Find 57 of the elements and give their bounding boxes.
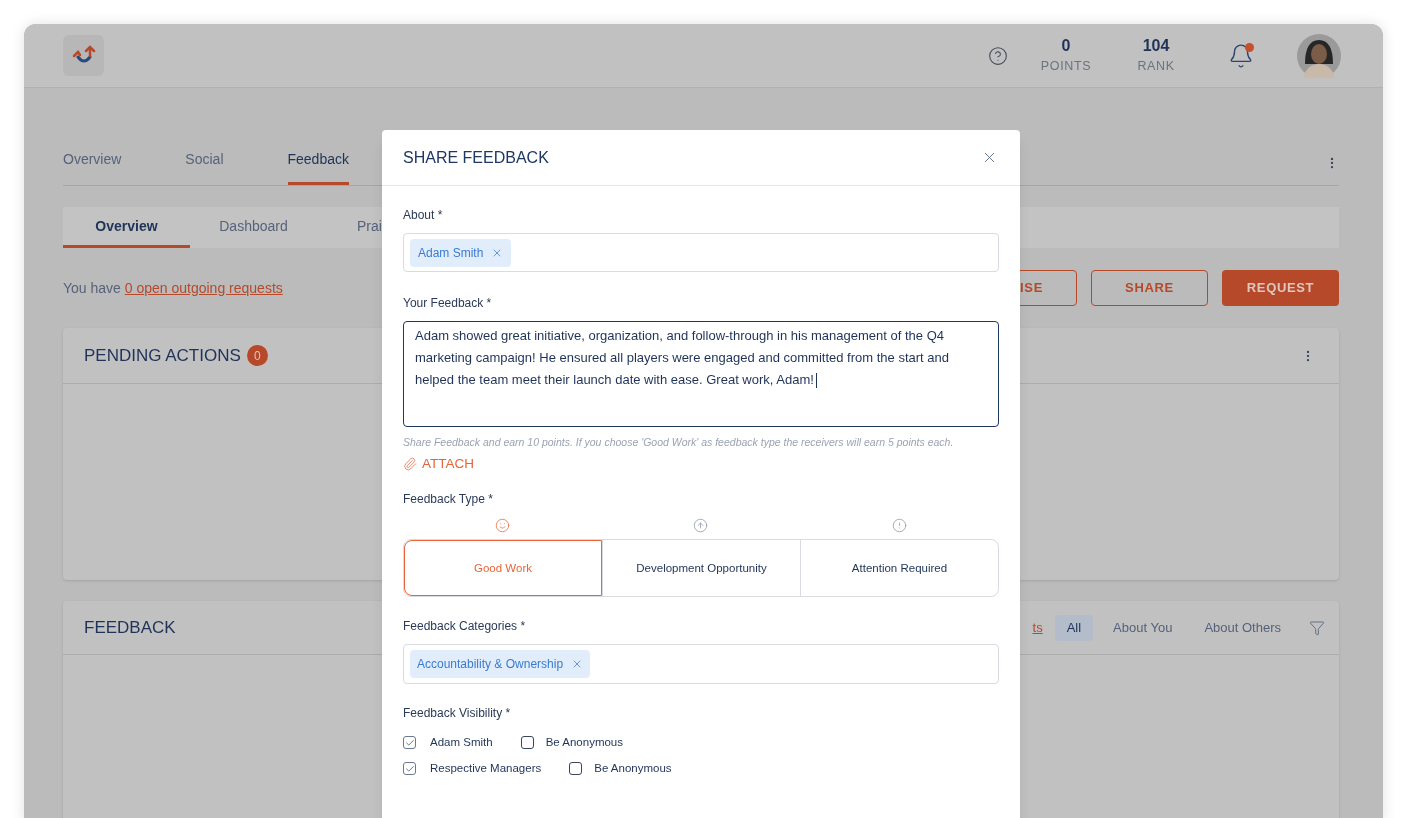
paperclip-icon <box>403 457 417 472</box>
sub-tab[interactable]: Dashboard <box>190 207 317 248</box>
requests-text: You have 0 open outgoing requests <box>63 278 283 298</box>
checkbox-label: Be Anonymous <box>594 761 672 777</box>
help-icon[interactable] <box>988 45 1008 66</box>
nav-tab[interactable]: Social <box>185 140 224 185</box>
checkbox[interactable] <box>403 736 416 750</box>
requests-link[interactable]: 0 open outgoing requests <box>124 279 283 296</box>
sub-tab[interactable]: Overview <box>63 207 190 248</box>
checkbox-label: Be Anonymous <box>545 735 623 751</box>
field-label: Feedback Categories * <box>403 618 527 636</box>
action-button[interactable]: SHARE <box>1091 270 1208 306</box>
field-label: Feedback Type * <box>403 491 494 509</box>
filter-tab[interactable]: All <box>1054 614 1094 641</box>
checkbox-label: Respective Managers <box>430 761 542 777</box>
about-field[interactable]: Adam Smith <box>403 233 999 272</box>
type-icon <box>892 518 908 534</box>
category-tag: Accountability & Ownership <box>410 650 591 679</box>
field-label: Your Feedback * <box>403 295 493 312</box>
filter-icon[interactable] <box>1309 619 1325 636</box>
type-icon <box>693 518 709 534</box>
avatar[interactable] <box>1297 33 1341 78</box>
categories-field[interactable]: Accountability & Ownership <box>403 644 999 685</box>
person-tag: Adam Smith <box>410 238 512 267</box>
field-label: About * <box>403 207 444 224</box>
field-label: Feedback Visibility * <box>403 705 512 723</box>
nav-tab[interactable]: Feedback <box>287 140 349 185</box>
type-icon <box>494 518 510 534</box>
feedback-type-option[interactable]: Attention Required <box>800 540 998 597</box>
feedback-textarea[interactable]: Adam showed great initiative, organization, and follow-through in his management of the Q4 marketing campaign! He ensured all players were engaged and committed from the start and helped the team meet their launch date with ease. Great work, Adam! <box>403 321 999 427</box>
stat-value: 104 <box>1142 35 1170 56</box>
bell-icon[interactable] <box>1228 42 1254 69</box>
check-icon <box>404 763 415 774</box>
dialog-title: SHARE FEEDBACK <box>403 147 549 168</box>
attach-button[interactable]: ATTACH <box>403 454 474 475</box>
stat-value: 0 <box>1061 35 1071 56</box>
checkbox[interactable] <box>569 762 583 776</box>
filter-tab[interactable]: About You <box>1101 614 1185 641</box>
checkbox[interactable] <box>403 762 416 776</box>
filter-tab[interactable]: About Others <box>1192 614 1293 641</box>
nav-tab[interactable]: Overview <box>63 140 122 185</box>
card-title: PENDING ACTIONS <box>84 344 241 367</box>
requests-link[interactable]: ts <box>1032 617 1043 638</box>
feedback-type-option[interactable]: Development Opportunity <box>602 540 800 597</box>
sub-tab[interactable]: Prai <box>317 207 382 248</box>
logo-tile[interactable] <box>63 35 104 76</box>
check-icon <box>404 737 415 748</box>
feedback-type-option[interactable]: Good Work <box>404 540 602 597</box>
stat-label: POINTS <box>1040 57 1092 75</box>
hint-text: Share Feedback and earn 10 points. If you choose 'Good Work' as feedback type the receivers will earn 5 points each. <box>403 435 955 450</box>
checkbox[interactable] <box>520 736 534 750</box>
checkbox-label: Adam Smith <box>430 735 493 751</box>
stat-label: RANK <box>1137 57 1175 75</box>
count-badge: 0 <box>246 345 268 366</box>
action-button[interactable]: REQUEST <box>1222 270 1339 306</box>
text-cursor <box>815 373 817 389</box>
card-title: FEEDBACK <box>84 616 176 639</box>
